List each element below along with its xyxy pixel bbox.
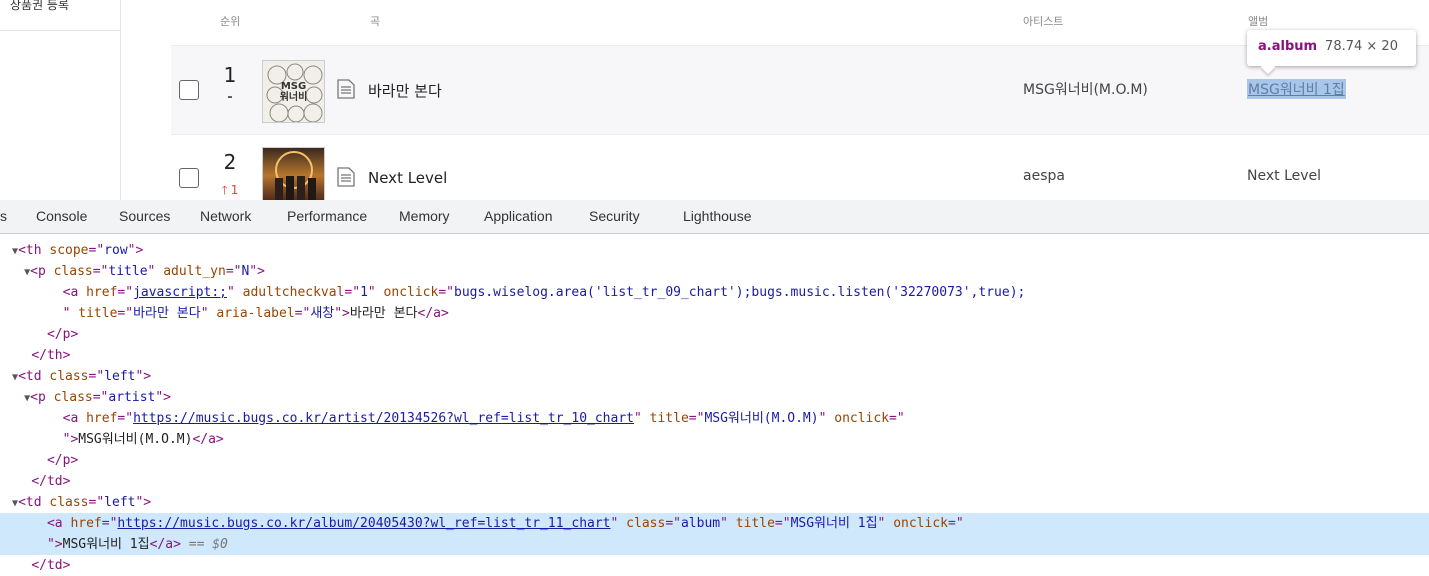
- left-sidebar: 상품권 등록: [0, 0, 121, 200]
- tab-sources[interactable]: Sources: [119, 208, 170, 224]
- rank-number: 1: [223, 63, 237, 87]
- column-header-song: 곡: [370, 15, 381, 28]
- tab-console[interactable]: Console: [36, 208, 87, 224]
- tab-elements[interactable]: s: [0, 208, 7, 224]
- dom-node-td-artist[interactable]: ▼<td class="left">: [0, 366, 1429, 387]
- chart-row: 1 - MSG 워너비 바라만 본다 MSG워너비(M.O.M) MSG워너비 …: [171, 45, 1429, 135]
- selected-node-marker: == $0: [188, 537, 228, 552]
- dom-close-td[interactable]: </td>: [0, 555, 1429, 576]
- expand-triangle-icon[interactable]: ▼: [0, 372, 18, 383]
- dom-node-a-title[interactable]: <a href="javascript:;" adultcheckval="1"…: [0, 282, 1429, 303]
- dom-close-p[interactable]: </p>: [0, 450, 1429, 471]
- tab-lighthouse[interactable]: Lighthouse: [683, 208, 752, 224]
- dom-node-p-title[interactable]: ▼<p class="title" adult_yn="N">: [0, 261, 1429, 282]
- dom-node-a-album-selected[interactable]: <a href="https://music.bugs.co.kr/album/…: [0, 513, 1429, 534]
- album-link[interactable]: MSG워너비 1집: [1247, 79, 1346, 99]
- chart-row: 2 🡑 1 Next Level aespa Next Level: [171, 135, 1429, 200]
- arrow-up-icon: 🡑: [221, 183, 228, 197]
- dom-close-th[interactable]: </th>: [0, 345, 1429, 366]
- sidebar-divider: [0, 30, 120, 31]
- dom-node-p-artist[interactable]: ▼<p class="artist">: [0, 387, 1429, 408]
- dom-node-a-artist[interactable]: <a href="https://music.bugs.co.kr/artist…: [0, 408, 1429, 429]
- music-chart-page: 상품권 등록 순위 곡 아티스트 앨범 1 - MSG 워너비 바라만 본다 M…: [0, 0, 1429, 200]
- column-header-rank: 순위: [220, 15, 241, 28]
- tooltip-dimensions: 78.74 × 20: [1325, 39, 1398, 54]
- album-cover-image[interactable]: [262, 147, 325, 200]
- dom-node-a-artist-cont[interactable]: ">MSG워너비(M.O.M)</a>: [0, 429, 1429, 450]
- album-cover-text: MSG 워너비: [279, 81, 308, 103]
- rank-change: -: [227, 90, 233, 105]
- artist-link[interactable]: MSG워너비(M.O.M): [1023, 79, 1148, 99]
- song-title-link[interactable]: Next Level: [368, 169, 447, 187]
- dom-node-a-title-cont[interactable]: " title="바라만 본다" aria-label="새창">바라만 본다<…: [0, 303, 1429, 324]
- tab-performance[interactable]: Performance: [287, 208, 367, 224]
- column-header-artist: 아티스트: [1023, 15, 1064, 28]
- song-title-link[interactable]: 바라만 본다: [368, 80, 442, 101]
- row-select-checkbox[interactable]: [179, 80, 199, 100]
- rank-change: 🡑 1: [215, 181, 245, 200]
- dom-node-td-album[interactable]: ▼<td class="left">: [0, 492, 1429, 513]
- devtools-tab-bar: s Console Sources Network Performance Me…: [0, 200, 1429, 234]
- rank-change-value: 1: [230, 183, 239, 197]
- tab-memory[interactable]: Memory: [399, 208, 450, 224]
- lyrics-icon[interactable]: [337, 79, 355, 99]
- rank-number: 2: [223, 150, 237, 174]
- album-link[interactable]: Next Level: [1247, 168, 1321, 184]
- tooltip-selector: a.album: [1258, 39, 1318, 54]
- inspect-tooltip: a.album 78.74 × 20: [1247, 30, 1416, 66]
- tab-security[interactable]: Security: [589, 208, 640, 224]
- album-cover-image[interactable]: MSG 워너비: [262, 60, 325, 123]
- dom-node-th[interactable]: ▼<th scope="row">: [0, 240, 1429, 261]
- tab-application[interactable]: Application: [484, 208, 553, 224]
- expand-triangle-icon[interactable]: ▼: [0, 498, 18, 509]
- expand-triangle-icon[interactable]: ▼: [0, 393, 30, 404]
- dom-close-p[interactable]: </p>: [0, 324, 1429, 345]
- tab-network[interactable]: Network: [200, 208, 251, 224]
- row-select-checkbox[interactable]: [179, 168, 199, 188]
- artist-link[interactable]: aespa: [1023, 168, 1065, 184]
- expand-triangle-icon[interactable]: ▼: [0, 246, 18, 257]
- expand-triangle-icon[interactable]: ▼: [0, 267, 30, 278]
- dom-close-td[interactable]: </td>: [0, 471, 1429, 492]
- sidebar-item-gift-card[interactable]: 상품권 등록: [10, 0, 69, 13]
- dom-node-a-album-selected-cont[interactable]: ">MSG워너비 1집</a> == $0: [0, 534, 1429, 555]
- lyrics-icon[interactable]: [337, 167, 355, 187]
- column-header-album: 앨범: [1248, 15, 1269, 28]
- elements-dom-tree: ▼<th scope="row"> ▼<p class="title" adul…: [0, 234, 1429, 576]
